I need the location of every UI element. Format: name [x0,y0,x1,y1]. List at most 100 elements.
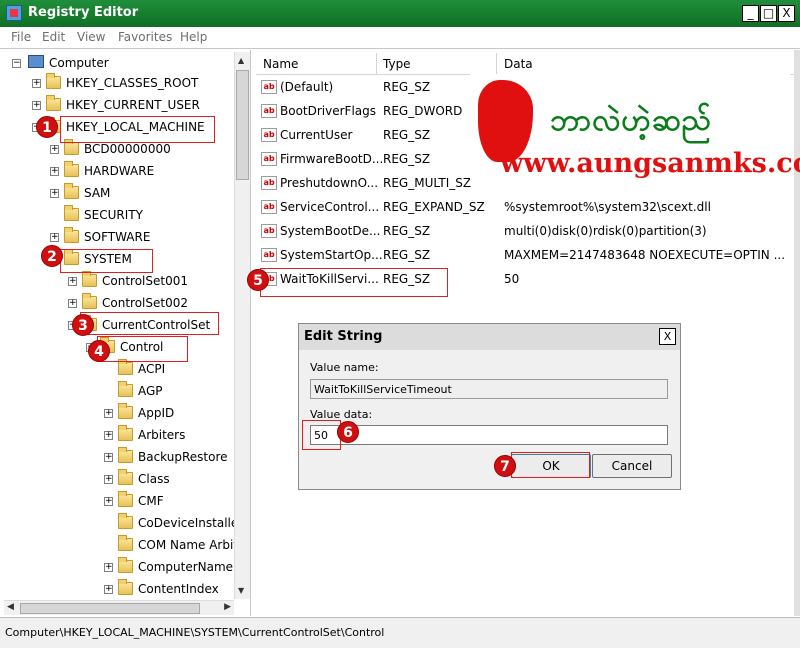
value-name-cell: CurrentUser [280,128,353,142]
highlight-control [97,336,188,362]
expand-icon[interactable]: + [50,145,59,154]
highlight-ok [511,452,590,478]
expand-icon[interactable]: + [50,233,59,242]
value-data-input[interactable]: 50 [310,425,668,445]
maximize-button[interactable]: □ [760,5,777,22]
tree-node[interactable]: AGP [0,381,232,402]
scroll-left-icon[interactable]: ◀ [7,602,14,612]
folder-icon [64,183,79,199]
scroll-up-icon[interactable]: ▲ [238,56,244,65]
tree-node-label: ControlSet002 [102,296,188,310]
folder-icon [82,293,97,309]
expand-icon[interactable]: + [104,475,113,484]
watermark-banner: ဘာလဲဟဲ့ဆည် www.aungsanmks.com [470,74,800,186]
folder-icon [64,161,79,177]
tree-node-label: Class [138,472,170,486]
tree-node[interactable]: + ContentIndex [0,579,232,600]
tree-node[interactable]: SECURITY [0,205,232,226]
scroll-thumb[interactable] [20,603,200,614]
tree-node[interactable]: + CMF [0,491,232,512]
tree-node[interactable]: + ComputerName [0,557,233,578]
value-name-cell: (Default) [280,80,334,94]
minimize-button[interactable]: _ [742,5,759,22]
scroll-right-icon[interactable]: ▶ [224,602,231,612]
folder-icon [46,73,61,89]
tree-node[interactable]: + AppID [0,403,232,424]
menu-view[interactable]: View [77,30,105,44]
string-value-icon: ab [261,80,277,94]
tree-node[interactable]: + SAM [0,183,232,204]
status-path: Computer\HKEY_LOCAL_MACHINE\SYSTEM\Curre… [5,626,385,639]
tree-node-label: Arbiters [138,428,186,442]
computer-icon [28,55,44,68]
tree-node[interactable]: CoDeviceInstallers [0,513,249,534]
expand-icon[interactable]: + [68,299,77,308]
tree-node[interactable]: + HARDWARE [0,161,232,182]
tree-node-computer[interactable]: − Computer [0,54,230,74]
tree-node[interactable]: + SOFTWARE [0,227,232,248]
tree-node[interactable]: COM Name Arbiter [0,535,250,556]
expand-icon[interactable]: + [104,585,113,594]
tree-node[interactable]: + HKEY_CURRENT_USER [0,95,232,116]
folder-icon [118,579,133,595]
tree-node[interactable]: + BackupRestore [0,447,232,468]
menu-help[interactable]: Help [180,30,207,44]
collapse-icon[interactable]: − [12,59,21,68]
dialog-title: Edit String [304,329,383,344]
value-data-cell: 50 [504,272,520,286]
tree-node[interactable]: + ControlSet002 [0,293,232,314]
tree-node-label: ACPI [138,362,166,376]
table-row[interactable]: ab SystemBootDe... REG_SZ multi(0)disk(0)rd… [256,219,794,243]
value-type-cell: REG_SZ [383,152,431,166]
column-header-name[interactable]: Name [263,57,298,71]
expand-icon[interactable]: + [104,497,113,506]
expand-icon[interactable]: + [68,277,77,286]
expand-icon[interactable]: + [104,453,113,462]
string-value-icon: ab [261,176,277,190]
value-data-cell: multi(0)disk(0)rdisk(0)partition(3) [504,224,707,238]
list-scrollbar[interactable] [794,50,800,616]
highlight-waittokill [260,268,448,297]
tree-node-label: CoDeviceInstallers [138,516,250,530]
folder-icon [118,425,133,441]
cancel-button[interactable]: Cancel [592,454,672,478]
folder-icon [118,513,133,529]
expand-icon[interactable]: + [32,79,41,88]
callout-badge-3: 3 [72,314,94,336]
tree-node-label: SOFTWARE [84,230,151,244]
scroll-thumb[interactable] [236,70,249,180]
tree-node[interactable]: + ControlSet001 [0,271,232,292]
folder-icon [46,95,61,111]
tree-node-label: AGP [138,384,163,398]
expand-icon[interactable]: + [50,189,59,198]
tree-node[interactable]: + HKEY_CLASSES_ROOT [0,73,232,94]
expand-icon[interactable]: + [32,101,41,110]
folder-icon [118,381,133,397]
table-row[interactable]: ab SystemStartOp... REG_SZ MAXMEM=21474836… [256,243,794,267]
close-button[interactable]: X [778,5,795,22]
expand-icon[interactable]: + [104,563,113,572]
menu-favorites[interactable]: Favorites [118,30,172,44]
tree-node-label: AppID [138,406,175,420]
folder-icon [64,205,79,221]
menu-edit[interactable]: Edit [42,30,65,44]
expand-icon[interactable]: + [104,409,113,418]
status-bar: Computer\HKEY_LOCAL_MACHINE\SYSTEM\Curre… [0,617,800,648]
tree-horizontal-scrollbar[interactable]: ◀ ▶ [4,600,234,615]
expand-icon[interactable]: + [104,431,113,440]
menu-file[interactable]: File [11,30,31,44]
tree-vertical-scrollbar[interactable]: ▲ ▼ [234,52,250,599]
value-name-cell: SystemBootDe... [280,224,381,238]
tree-node[interactable]: ACPI [0,359,232,380]
expand-icon[interactable]: + [50,167,59,176]
dialog-close-button[interactable]: X [659,328,676,345]
column-header-type[interactable]: Type [383,57,411,71]
tree-node[interactable]: + Arbiters [0,425,232,446]
tree-node[interactable]: + BCD00000000 [0,139,232,160]
value-type-cell: REG_SZ [383,128,431,142]
tree-node[interactable]: + Class [0,469,232,490]
column-header-data[interactable]: Data [504,57,533,71]
value-data-cell: %systemroot%\system32\scext.dll [504,200,711,214]
scroll-down-icon[interactable]: ▼ [238,586,244,595]
table-row[interactable]: ab ServiceControl... REG_EXPAND_SZ %systemr… [256,195,794,219]
